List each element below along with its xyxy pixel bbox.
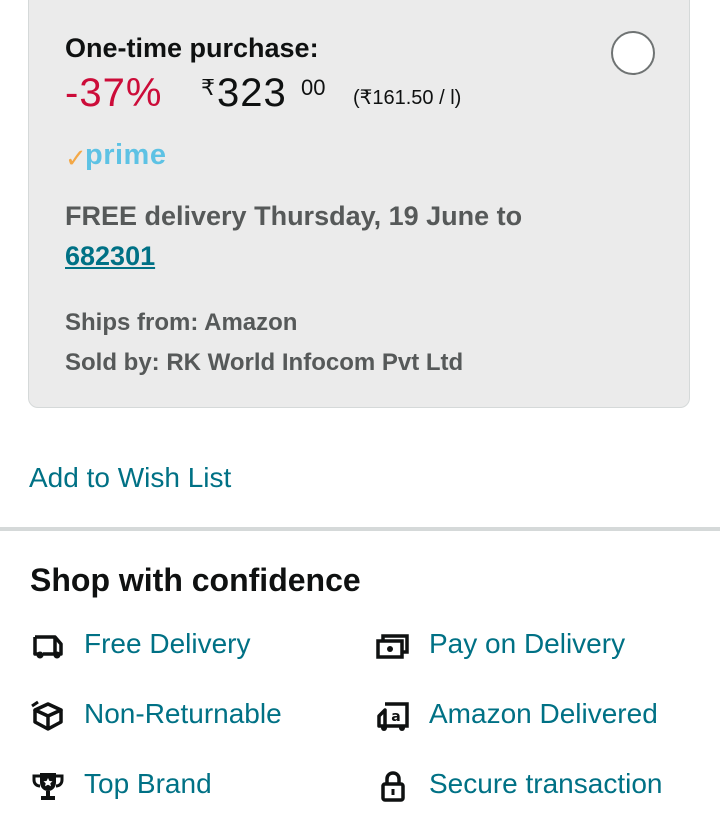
- feature-label: Non-Returnable: [84, 698, 282, 729]
- feature-label: Secure transaction: [429, 768, 663, 799]
- price-fraction: 00: [301, 75, 326, 100]
- add-to-wish-list-link[interactable]: Add to Wish List: [29, 462, 231, 494]
- discount-percent: -37%: [65, 71, 163, 115]
- feature-label: Free Delivery: [84, 628, 251, 659]
- currency-symbol: ₹: [201, 75, 215, 100]
- trophy-icon: [30, 768, 66, 804]
- pincode-link[interactable]: 682301: [65, 241, 155, 272]
- cash-icon: [375, 628, 411, 664]
- feature-label: Top Brand: [84, 768, 212, 799]
- offer-title: One-time purchase:: [65, 33, 319, 63]
- section-divider: [0, 527, 720, 531]
- svg-text:a: a: [391, 709, 400, 725]
- amazon-truck-icon: a: [375, 698, 411, 734]
- unit-price: (₹161.50 / l): [353, 87, 462, 109]
- delivery-text: FREE delivery Thursday, 19 June to: [65, 201, 523, 231]
- one-time-purchase-card[interactable]: One-time purchase: -37% ₹ 323 00 (₹161.5…: [28, 0, 690, 408]
- prime-label: prime: [85, 139, 167, 171]
- lock-icon: [375, 768, 411, 804]
- shop-with-confidence-title: Shop with confidence: [30, 562, 361, 598]
- ships-from: Ships from: Amazon: [65, 309, 298, 336]
- feature-label: Pay on Delivery: [429, 628, 626, 659]
- feature-label: Amazon Delivered: [429, 698, 658, 729]
- sold-by: Sold by: RK World Infocom Pvt Ltd: [65, 349, 464, 376]
- price-whole: 323: [217, 71, 287, 115]
- one-time-purchase-radio[interactable]: [611, 31, 655, 75]
- box-icon: [30, 698, 66, 734]
- truck-icon: [30, 628, 66, 664]
- prime-check-icon: ✓: [65, 143, 87, 173]
